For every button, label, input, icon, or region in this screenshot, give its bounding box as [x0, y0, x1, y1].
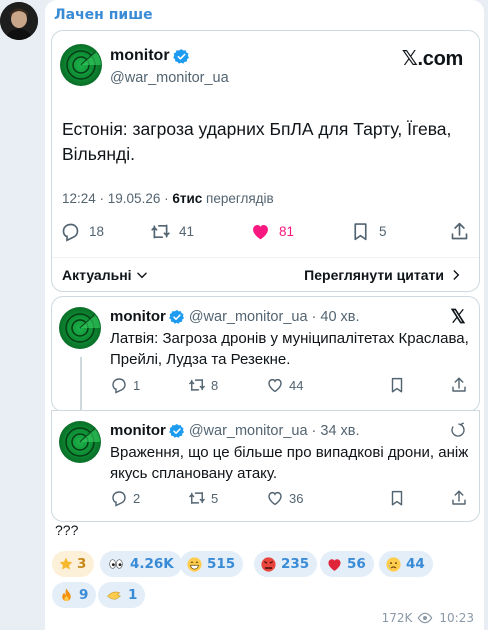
author-name: monitor — [110, 47, 170, 64]
angry-face-icon — [261, 556, 276, 572]
reaction-fire[interactable]: 9 — [52, 582, 97, 608]
tweet-actions: 18 41 81 5 — [52, 217, 479, 245]
reply-handle: @war_monitor_ua · 40 хв. — [188, 308, 360, 325]
x-logo-icon[interactable] — [449, 307, 467, 325]
retweet-icon — [189, 379, 205, 391]
grin-icon — [187, 556, 202, 572]
divider — [52, 257, 479, 258]
share-icon — [451, 222, 468, 240]
x-logo[interactable]: 𝕏.com — [402, 46, 464, 71]
thread-line — [80, 357, 82, 415]
share-button[interactable] — [450, 489, 473, 507]
heart-icon — [328, 558, 341, 571]
verified-badge-icon — [169, 309, 184, 324]
sort-dropdown[interactable]: Актуальні — [62, 267, 149, 283]
fingers-crossed-icon — [107, 591, 121, 599]
views-count: 6тис — [172, 191, 203, 206]
share-button[interactable] — [449, 221, 478, 242]
tweet-card[interactable]: monitor @war_monitor_ua 𝕏.com Естонія: з… — [51, 30, 480, 292]
reply-author-name[interactable]: monitor — [110, 422, 166, 439]
retweet-button[interactable]: 5 — [188, 489, 218, 507]
share-button[interactable] — [450, 376, 473, 394]
reply-icon — [112, 378, 126, 394]
reply-button[interactable]: 18 — [60, 221, 104, 242]
sender-avatar[interactable] — [0, 2, 38, 40]
reaction-cry[interactable]: 44 — [379, 551, 433, 577]
reply-card[interactable]: monitor @war_monitor_ua · 34 хв. Враженн… — [51, 410, 480, 522]
author-handle: @war_monitor_ua — [110, 70, 229, 86]
reaction-heart[interactable]: 56 — [320, 551, 374, 577]
bookmark-button[interactable] — [388, 489, 411, 507]
reply-header: monitor @war_monitor_ua · 34 хв. — [110, 422, 360, 439]
tweet-avatar[interactable] — [60, 44, 102, 86]
sender-name[interactable]: Лачен пише — [54, 7, 153, 23]
bookmark-icon — [391, 490, 403, 506]
reaction-grin[interactable]: 515 — [180, 551, 244, 577]
heart-icon — [268, 378, 282, 393]
edited-icon[interactable] — [449, 421, 467, 439]
views-label: переглядів — [202, 191, 274, 206]
reaction-star[interactable]: 3 — [52, 551, 95, 577]
reply-actions: 2 5 36 — [110, 489, 470, 509]
like-button[interactable]: 81 — [250, 221, 294, 242]
message-footer: 172K 10:23 — [382, 610, 474, 626]
tweet-text: Естонія: загроза ударних БпЛА для Тарту,… — [62, 119, 452, 164]
heart-icon — [253, 224, 268, 240]
star-icon — [59, 557, 73, 570]
bookmark-button[interactable] — [388, 376, 411, 394]
retweet-icon — [189, 492, 205, 504]
reply-button[interactable]: 2 — [110, 489, 140, 507]
reaction-angry[interactable]: 235 — [254, 551, 318, 577]
reply-author-name[interactable]: monitor — [110, 308, 166, 325]
share-icon — [452, 377, 466, 392]
reaction-fingers-crossed[interactable]: 1 — [98, 582, 146, 608]
retweet-button[interactable]: 8 — [188, 376, 218, 394]
eye-icon — [418, 612, 433, 624]
eyes-icon — [109, 559, 123, 569]
chevron-down-icon — [136, 272, 147, 279]
bookmark-button[interactable]: 5 — [350, 221, 387, 242]
share-icon — [452, 490, 466, 505]
like-button[interactable]: 44 — [266, 376, 303, 394]
bookmark-icon — [354, 223, 367, 241]
reaction-eyes[interactable]: 4.26K — [100, 551, 182, 577]
reply-icon — [62, 223, 79, 242]
verified-badge-icon — [169, 423, 184, 438]
message-bubble: Лачен пише monitor @war_monitor_ua 𝕏.com… — [45, 0, 484, 630]
heart-icon — [268, 491, 282, 506]
reply-card[interactable]: monitor @war_monitor_ua · 40 хв. Латвія:… — [51, 296, 480, 415]
chevron-right-icon — [453, 270, 460, 280]
reply-text: Враження, що це більше про випадкові дро… — [110, 444, 469, 482]
crying-face-icon — [386, 556, 401, 572]
bookmark-icon — [391, 377, 403, 393]
message-time: 10:23 — [439, 611, 474, 625]
tweet-meta: 12:24 · 19.05.26 · 6тис переглядів — [62, 191, 274, 206]
reply-icon — [112, 491, 126, 507]
reply-avatar[interactable] — [59, 421, 101, 463]
like-button[interactable]: 36 — [266, 489, 303, 507]
reply-text: Латвія: Загроза дронів у муніципалітетах… — [110, 330, 469, 368]
reply-avatar[interactable] — [59, 307, 101, 349]
reply-button[interactable]: 1 — [110, 376, 140, 394]
fire-icon — [62, 587, 71, 601]
reply-handle: @war_monitor_ua · 34 хв. — [188, 422, 360, 439]
view-count: 172K — [381, 611, 413, 625]
view-quotes-link[interactable]: Переглянути цитати — [304, 267, 463, 283]
message-caption: ??? — [55, 522, 79, 538]
retweet-button[interactable]: 41 — [150, 221, 194, 242]
reply-header: monitor @war_monitor_ua · 40 хв. — [110, 308, 360, 325]
reply-actions: 1 8 44 — [110, 376, 470, 396]
tweet-author[interactable]: monitor — [110, 47, 190, 65]
retweet-icon — [151, 224, 170, 239]
tweet-time: 12:24 · 19.05.26 · — [62, 191, 173, 206]
verified-badge-icon — [172, 48, 189, 64]
